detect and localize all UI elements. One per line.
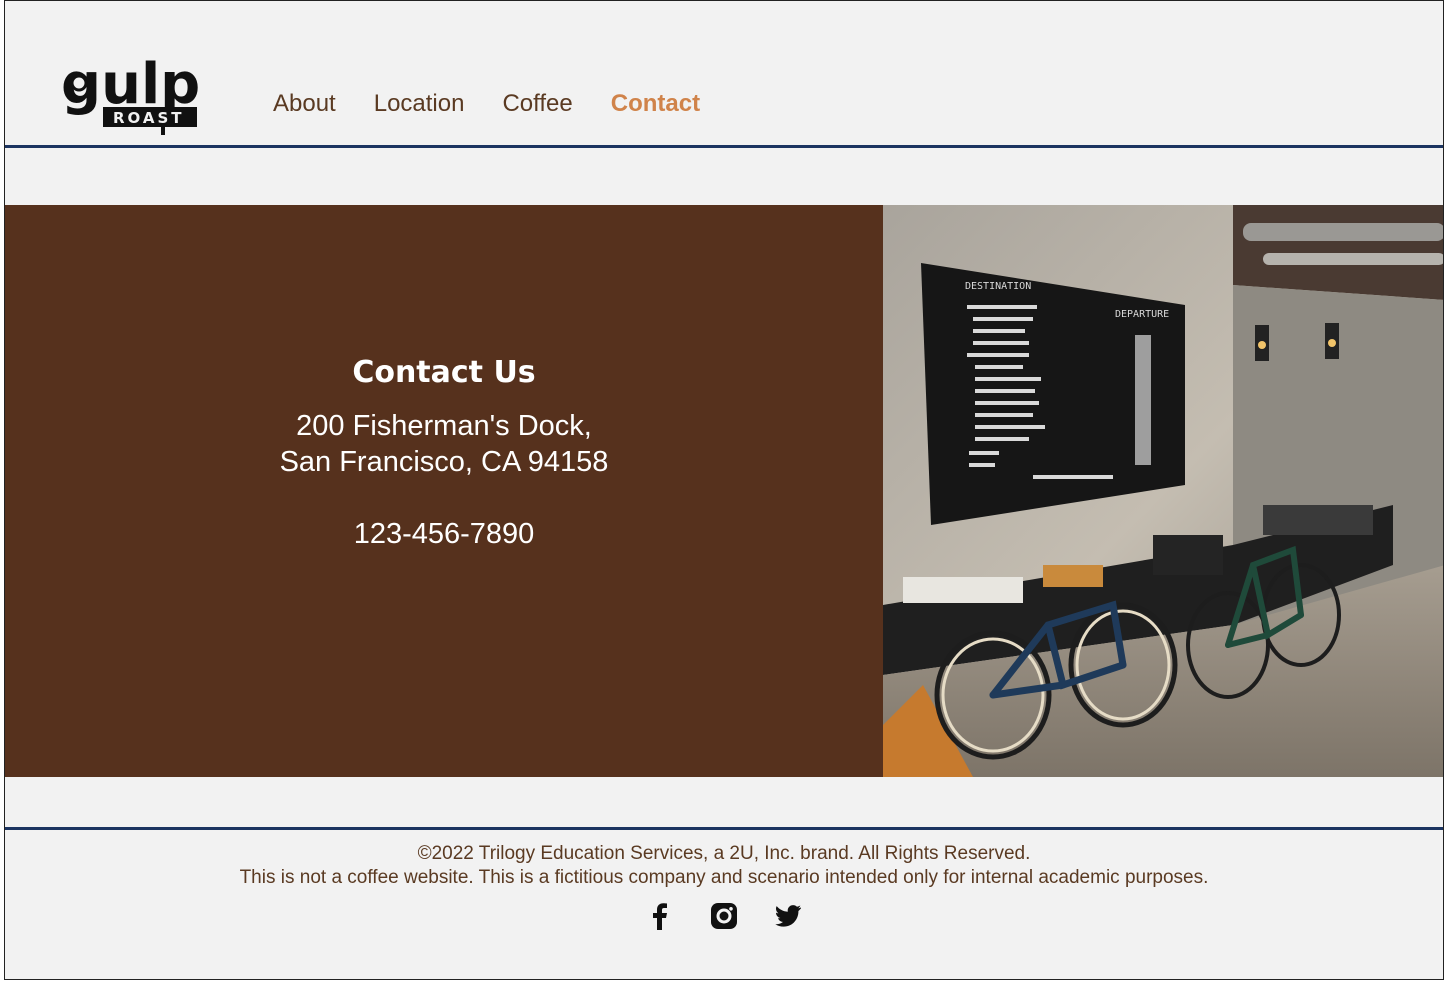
nav-contact[interactable]: Contact — [611, 87, 700, 121]
cafe-photo: DESTINATION DEPARTURE — [883, 205, 1443, 777]
svg-text:DESTINATION: DESTINATION — [965, 281, 1031, 292]
contact-section: Contact Us 200 Fisherman's Dock, San Fra… — [5, 205, 1443, 777]
facebook-icon[interactable] — [646, 902, 674, 930]
contact-title: Contact Us — [352, 355, 536, 390]
logo-subtext: ROAST — [113, 109, 185, 127]
instagram-icon[interactable] — [710, 902, 738, 930]
copyright-text: ©2022 Trilogy Education Services, a 2U, … — [417, 843, 1031, 864]
cafe-interior-illustration: DESTINATION DEPARTURE — [883, 205, 1443, 777]
address-line-2: San Francisco, CA 94158 — [279, 446, 609, 478]
site-footer: ©2022 Trilogy Education Services, a 2U, … — [5, 827, 1443, 979]
nav-coffee[interactable]: Coffee — [502, 87, 572, 121]
social-links — [5, 902, 1443, 930]
page-frame: gulp ROAST About Location Coffee Contact… — [4, 0, 1444, 980]
address-line-1: 200 Fisherman's Dock, — [296, 410, 592, 442]
twitter-icon[interactable] — [774, 902, 802, 930]
gulp-roast-logo[interactable]: gulp ROAST — [55, 45, 200, 137]
contact-panel: Contact Us 200 Fisherman's Dock, San Fra… — [5, 205, 883, 777]
svg-text:DEPARTURE: DEPARTURE — [1115, 309, 1169, 320]
nav-location[interactable]: Location — [374, 87, 465, 121]
disclaimer-text: This is not a coffee website. This is a … — [239, 867, 1209, 888]
main-nav: About Location Coffee Contact — [273, 87, 738, 121]
site-header: gulp ROAST About Location Coffee Contact — [5, 1, 1443, 148]
nav-about[interactable]: About — [273, 87, 336, 121]
phone-number: 123-456-7890 — [353, 518, 535, 550]
